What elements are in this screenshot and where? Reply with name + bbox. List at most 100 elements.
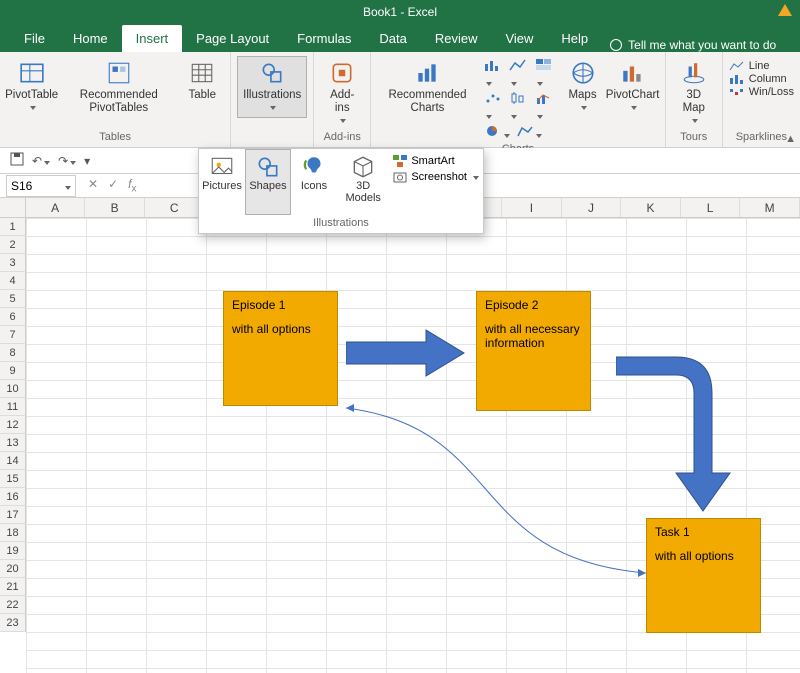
qat-customize-button[interactable]: ▾ xyxy=(84,154,90,168)
redo-button[interactable]: ↷ xyxy=(58,154,76,168)
tell-me-label: Tell me what you want to do xyxy=(628,38,776,52)
pivottable-button[interactable]: PivotTable xyxy=(6,56,57,118)
group-label-tables: Tables xyxy=(99,131,131,145)
row-header[interactable]: 17 xyxy=(0,506,26,524)
sparkline-column-button[interactable]: Column xyxy=(729,73,794,85)
smartart-button[interactable]: SmartArt xyxy=(393,155,479,167)
chart-line-icon[interactable] xyxy=(509,58,529,89)
row-header[interactable]: 7 xyxy=(0,326,26,344)
recommended-pivottables-icon xyxy=(105,59,133,87)
tab-file[interactable]: File xyxy=(10,25,59,52)
chart-surface-icon[interactable] xyxy=(516,124,542,141)
tab-page-layout[interactable]: Page Layout xyxy=(182,25,283,52)
row-header[interactable]: 5 xyxy=(0,290,26,308)
block-arrow-right[interactable] xyxy=(346,328,466,378)
row-header[interactable]: 15 xyxy=(0,470,26,488)
shape-body: with all options xyxy=(655,549,752,563)
worksheet-grid[interactable]: A B C D E F G H I J K L M 12345678910111… xyxy=(0,198,800,673)
chart-hierarchy-icon[interactable] xyxy=(535,58,555,89)
tab-review[interactable]: Review xyxy=(421,25,492,52)
shapes-button[interactable]: Shapes xyxy=(245,149,291,215)
row-header[interactable]: 3 xyxy=(0,254,26,272)
tab-help[interactable]: Help xyxy=(547,25,602,52)
fx-icon[interactable]: fx xyxy=(128,177,136,194)
tell-me-search[interactable]: Tell me what you want to do xyxy=(602,38,776,52)
chart-combo-icon[interactable] xyxy=(535,91,555,122)
illustrations-icon xyxy=(258,59,286,87)
shape-task-1[interactable]: Task 1 with all options xyxy=(646,518,761,633)
undo-button[interactable]: ↶ xyxy=(32,154,50,168)
col-header[interactable]: I xyxy=(502,198,562,217)
row-header[interactable]: 19 xyxy=(0,542,26,560)
screenshot-button[interactable]: Screenshot xyxy=(393,171,479,183)
chart-pie-icon[interactable] xyxy=(484,124,510,141)
pivottable-icon xyxy=(18,59,46,87)
curved-connector[interactable] xyxy=(326,398,656,588)
row-header[interactable]: 1 xyxy=(0,218,26,236)
select-all-corner[interactable] xyxy=(0,198,26,217)
cell-area[interactable]: Episode 1 with all options Episode 2 wit… xyxy=(26,218,800,673)
ribbon-tabs: File Home Insert Page Layout Formulas Da… xyxy=(0,24,800,52)
icons-button[interactable]: Icons xyxy=(291,149,337,215)
tab-formulas[interactable]: Formulas xyxy=(283,25,365,52)
maps-button[interactable]: Maps xyxy=(561,56,605,143)
shape-title: Task 1 xyxy=(655,525,752,539)
collapse-ribbon-icon[interactable]: ▲ xyxy=(785,133,796,145)
cancel-formula-icon[interactable]: ✕ xyxy=(88,177,98,194)
pivotchart-button[interactable]: PivotChart xyxy=(607,56,659,143)
sparkline-line-button[interactable]: Line xyxy=(729,60,794,72)
save-icon[interactable] xyxy=(10,152,24,169)
name-box[interactable]: S16 xyxy=(6,175,76,197)
table-icon xyxy=(188,59,216,87)
workbook-title: Book1 - Excel xyxy=(363,5,437,19)
table-button[interactable]: Table xyxy=(180,56,224,118)
shape-episode-1[interactable]: Episode 1 with all options xyxy=(223,291,338,406)
row-header[interactable]: 12 xyxy=(0,416,26,434)
col-header[interactable]: J xyxy=(562,198,622,217)
shape-episode-2[interactable]: Episode 2 with all necessary information xyxy=(476,291,591,411)
enter-formula-icon[interactable]: ✓ xyxy=(108,177,118,194)
col-header[interactable]: L xyxy=(681,198,741,217)
sparkline-winloss-button[interactable]: Win/Loss xyxy=(729,86,794,98)
tab-view[interactable]: View xyxy=(491,25,547,52)
ribbon-group-tours: 3D Map Tours xyxy=(666,52,723,147)
ribbon-group-illustrations: Illustrations xyxy=(231,52,314,147)
col-header[interactable]: K xyxy=(621,198,681,217)
illustrations-button[interactable]: Illustrations xyxy=(237,56,307,118)
col-header[interactable]: A xyxy=(26,198,86,217)
3d-models-button[interactable]: 3D Models xyxy=(337,149,389,215)
recommended-pivottables-button[interactable]: Recommended PivotTables xyxy=(59,56,178,118)
row-header[interactable]: 18 xyxy=(0,524,26,542)
row-header[interactable]: 13 xyxy=(0,434,26,452)
3d-map-icon xyxy=(680,59,708,87)
row-header[interactable]: 6 xyxy=(0,308,26,326)
col-header[interactable]: B xyxy=(85,198,145,217)
tab-home[interactable]: Home xyxy=(59,25,122,52)
row-header[interactable]: 23 xyxy=(0,614,26,632)
row-header[interactable]: 8 xyxy=(0,344,26,362)
pictures-button[interactable]: Pictures xyxy=(199,149,245,215)
chart-bar-icon[interactable] xyxy=(484,58,504,89)
addins-button[interactable]: Add-ins xyxy=(320,56,364,131)
tab-insert[interactable]: Insert xyxy=(122,25,183,52)
row-header[interactable]: 10 xyxy=(0,380,26,398)
col-header[interactable]: C xyxy=(145,198,205,217)
row-header[interactable]: 4 xyxy=(0,272,26,290)
3d-map-button[interactable]: 3D Map xyxy=(672,56,716,131)
tab-data[interactable]: Data xyxy=(365,25,420,52)
row-header[interactable]: 21 xyxy=(0,578,26,596)
group-label-sparklines: Sparklines xyxy=(736,131,787,145)
row-header[interactable]: 9 xyxy=(0,362,26,380)
row-header[interactable]: 14 xyxy=(0,452,26,470)
row-header[interactable]: 11 xyxy=(0,398,26,416)
col-header[interactable]: M xyxy=(740,198,800,217)
recommended-charts-button[interactable]: Recommended Charts xyxy=(377,56,478,143)
warning-icon xyxy=(778,4,792,16)
row-header[interactable]: 22 xyxy=(0,596,26,614)
chart-scatter-icon[interactable] xyxy=(484,91,504,122)
row-header[interactable]: 2 xyxy=(0,236,26,254)
row-header[interactable]: 16 xyxy=(0,488,26,506)
row-header[interactable]: 20 xyxy=(0,560,26,578)
title-bar: Book1 - Excel xyxy=(0,0,800,24)
chart-statistic-icon[interactable] xyxy=(509,91,529,122)
